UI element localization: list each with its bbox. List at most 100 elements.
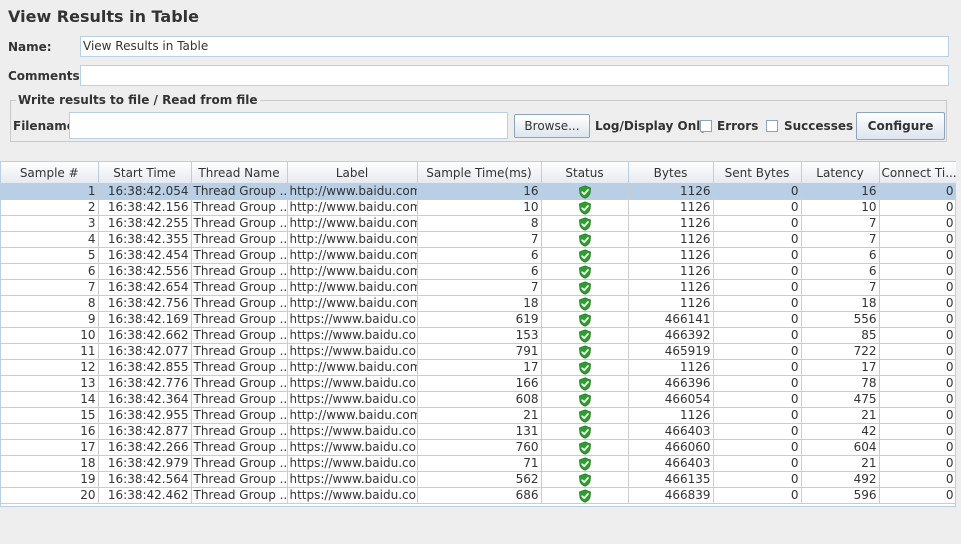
sent-bytes-cell: 0 — [713, 343, 802, 360]
bytes-cell: 466403 — [628, 455, 714, 472]
thread-name-cell: Thread Group ... — [191, 439, 288, 456]
table-row[interactable]: 15 16:38:42.955 Thread Group ... http://www… — [1, 407, 957, 424]
table-row[interactable]: 18 16:38:42.979 Thread Group ... https://ww… — [1, 455, 957, 472]
table-row[interactable]: 5 16:38:42.454 Thread Group ... http://www.… — [1, 247, 957, 264]
table-row[interactable]: 7 16:38:42.654 Thread Group ... http://www.… — [1, 279, 957, 296]
column-header-sample-time[interactable]: Sample Time(ms) — [417, 162, 542, 184]
thread-name-cell: Thread Group ... — [191, 199, 288, 216]
column-header-status[interactable]: Status — [541, 162, 629, 184]
thread-name-cell: Thread Group ... — [191, 279, 288, 296]
table-row[interactable]: 1 16:38:42.054 Thread Group ... http://www.… — [1, 183, 957, 200]
latency-cell: 78 — [801, 375, 880, 392]
table-row[interactable]: 2 16:38:42.156 Thread Group ... http://www.… — [1, 199, 957, 216]
table-row[interactable]: 13 16:38:42.776 Thread Group ... https://ww… — [1, 375, 957, 392]
results-table[interactable]: Sample # Start Time Thread Name Label Sample… — [0, 161, 957, 507]
label-cell: https://www.baidu.co... — [287, 391, 418, 408]
column-header-label[interactable]: Label — [287, 162, 418, 184]
table-right-gutter — [956, 161, 961, 507]
start-time-cell: 16:38:42.266 — [98, 439, 192, 456]
column-header-start-time[interactable]: Start Time — [98, 162, 192, 184]
sample-time-cell: 760 — [417, 439, 542, 456]
sample-time-cell: 791 — [417, 343, 542, 360]
success-shield-icon — [578, 344, 591, 359]
sample-time-cell: 562 — [417, 471, 542, 488]
start-time-cell: 16:38:42.454 — [98, 247, 192, 264]
table-row[interactable]: 8 16:38:42.756 Thread Group ... http://www.… — [1, 295, 957, 312]
start-time-cell: 16:38:42.255 — [98, 215, 192, 232]
label-cell: https://www.baidu.co... — [287, 375, 418, 392]
sample-time-cell: 166 — [417, 375, 542, 392]
label-cell: https://www.baidu.co... — [287, 343, 418, 360]
table-row[interactable]: 20 16:38:42.462 Thread Group ... https://ww… — [1, 487, 957, 504]
start-time-cell: 16:38:42.355 — [98, 231, 192, 248]
table-row[interactable]: 4 16:38:42.355 Thread Group ... http://www.… — [1, 231, 957, 248]
column-header-sample-number[interactable]: Sample # — [1, 162, 99, 184]
sample-number-cell: 11 — [1, 343, 99, 360]
table-row[interactable]: 9 16:38:42.169 Thread Group ... https://www… — [1, 311, 957, 328]
browse-button[interactable]: Browse... — [514, 114, 590, 138]
status-cell — [541, 343, 629, 360]
configure-button[interactable]: Configure — [856, 112, 945, 140]
thread-name-cell: Thread Group ... — [191, 295, 288, 312]
status-cell — [541, 407, 629, 424]
thread-name-cell: Thread Group ... — [191, 327, 288, 344]
connect-time-cell: 0 — [879, 423, 957, 440]
column-header-bytes[interactable]: Bytes — [628, 162, 714, 184]
start-time-cell: 16:38:42.877 — [98, 423, 192, 440]
sample-number-cell: 8 — [1, 295, 99, 312]
bytes-cell: 466135 — [628, 471, 714, 488]
errors-checkbox[interactable] — [700, 120, 712, 132]
column-header-connect-time[interactable]: Connect Ti... — [879, 162, 957, 184]
sample-time-cell: 21 — [417, 407, 542, 424]
success-shield-icon — [578, 184, 591, 199]
sample-number-cell: 10 — [1, 327, 99, 344]
table-row[interactable]: 10 16:38:42.662 Thread Group ... https://ww… — [1, 327, 957, 344]
success-shield-icon — [578, 440, 591, 455]
connect-time-cell: 0 — [879, 263, 957, 280]
sample-time-cell: 619 — [417, 311, 542, 328]
successes-checkbox[interactable] — [766, 120, 778, 132]
thread-name-cell: Thread Group ... — [191, 359, 288, 376]
column-header-sent-bytes[interactable]: Sent Bytes — [713, 162, 802, 184]
latency-cell: 16 — [801, 183, 880, 200]
name-field[interactable]: View Results in Table — [80, 36, 949, 57]
sent-bytes-cell: 0 — [713, 247, 802, 264]
table-row[interactable]: 14 16:38:42.364 Thread Group ... https://ww… — [1, 391, 957, 408]
status-cell — [541, 231, 629, 248]
table-row[interactable]: 17 16:38:42.266 Thread Group ... https://ww… — [1, 439, 957, 456]
label-cell: https://www.baidu.co... — [287, 423, 418, 440]
sample-number-cell: 14 — [1, 391, 99, 408]
column-header-thread-name[interactable]: Thread Name — [191, 162, 288, 184]
table-row[interactable]: 12 16:38:42.855 Thread Group ... http://www… — [1, 359, 957, 376]
bytes-cell: 466060 — [628, 439, 714, 456]
table-row[interactable]: 19 16:38:42.564 Thread Group ... https://ww… — [1, 471, 957, 488]
bytes-cell: 466141 — [628, 311, 714, 328]
status-cell — [541, 375, 629, 392]
comments-field[interactable] — [80, 65, 949, 86]
connect-time-cell: 0 — [879, 375, 957, 392]
sample-number-cell: 12 — [1, 359, 99, 376]
connect-time-cell: 0 — [879, 215, 957, 232]
table-row[interactable]: 11 16:38:42.077 Thread Group ... https://ww… — [1, 343, 957, 360]
column-header-latency[interactable]: Latency — [801, 162, 880, 184]
latency-cell: 18 — [801, 295, 880, 312]
label-cell: http://www.baidu.com/ — [287, 183, 418, 200]
status-cell — [541, 279, 629, 296]
success-shield-icon — [578, 472, 591, 487]
connect-time-cell: 0 — [879, 247, 957, 264]
status-cell — [541, 183, 629, 200]
sent-bytes-cell: 0 — [713, 407, 802, 424]
start-time-cell: 16:38:42.077 — [98, 343, 192, 360]
thread-name-cell: Thread Group ... — [191, 215, 288, 232]
bytes-cell: 1126 — [628, 359, 714, 376]
start-time-cell: 16:38:42.955 — [98, 407, 192, 424]
file-panel-title: Write results to file / Read from file — [16, 93, 260, 107]
errors-label: Errors — [717, 119, 759, 133]
table-row[interactable]: 3 16:38:42.255 Thread Group ... http://www.… — [1, 215, 957, 232]
table-row[interactable]: 16 16:38:42.877 Thread Group ... https://ww… — [1, 423, 957, 440]
status-cell — [541, 359, 629, 376]
filename-field[interactable] — [69, 112, 508, 139]
sample-number-cell: 17 — [1, 439, 99, 456]
bytes-cell: 1126 — [628, 215, 714, 232]
table-row[interactable]: 6 16:38:42.556 Thread Group ... http://www.… — [1, 263, 957, 280]
